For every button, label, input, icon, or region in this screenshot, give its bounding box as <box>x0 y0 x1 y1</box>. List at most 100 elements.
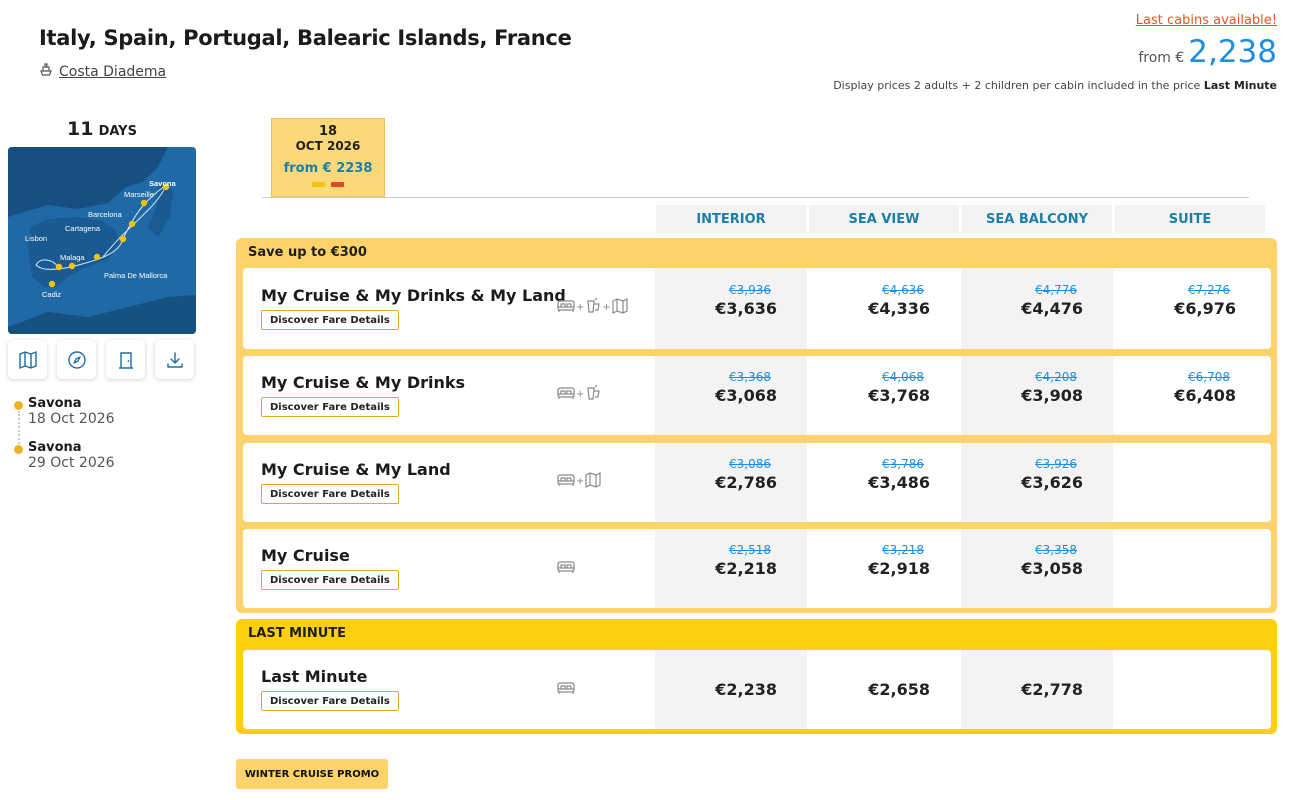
price-old: €4,776 <box>1035 283 1077 297</box>
price-cell[interactable]: €2,518 €2,218 <box>655 529 807 608</box>
fare-group-header: Save up to €300 <box>248 244 367 260</box>
download-icon[interactable] <box>155 340 194 379</box>
price-current: €6,976 <box>1174 299 1236 318</box>
fare-inclusions <box>557 560 575 577</box>
price-cell[interactable]: €7,276 €6,976 <box>1114 268 1266 349</box>
col-header-sea-view: SEA VIEW <box>809 205 959 233</box>
fare-name: Last Minute <box>261 667 368 686</box>
price-current: €3,486 <box>868 473 930 492</box>
price-cell[interactable]: €2,778 <box>961 650 1113 729</box>
price-cell[interactable]: €3,368 €3,068 <box>655 356 807 435</box>
bed-icon <box>557 473 575 490</box>
price-cell[interactable]: €3,786 €3,486 <box>808 443 960 522</box>
bed-icon <box>557 386 575 403</box>
map-label-cadiz: Cadiz <box>42 290 61 299</box>
map-label-cartagena: Cartagena <box>65 224 101 233</box>
price-cell[interactable]: €4,776 €4,476 <box>961 268 1113 349</box>
map-label-palma: Palma De Mallorca <box>104 271 168 280</box>
price-current: €3,626 <box>1021 473 1083 492</box>
price-current: €3,636 <box>715 299 777 318</box>
price-cell[interactable]: €2,238 <box>655 650 807 729</box>
discover-fare-button[interactable]: Discover Fare Details <box>261 484 399 504</box>
itinerary-stop: Savona 29 Oct 2026 <box>14 440 115 484</box>
days-label: DAYS <box>98 124 137 139</box>
fare-name: My Cruise & My Drinks <box>261 373 466 392</box>
indicator-red <box>331 182 344 187</box>
price-old: €3,936 <box>729 283 771 297</box>
price-cell[interactable]: €2,658 <box>808 650 960 729</box>
price-cell[interactable]: €6,708 €6,408 <box>1114 356 1266 435</box>
price-cell[interactable]: €4,068 €3,768 <box>808 356 960 435</box>
price-cell[interactable]: €3,926 €3,626 <box>961 443 1113 522</box>
price-cell[interactable]: €4,208 €3,908 <box>961 356 1113 435</box>
fare-group-last-minute: LAST MINUTE €2,238 €2,658 €2,778 Last Mi… <box>236 619 1277 734</box>
price-old: €4,636 <box>882 283 924 297</box>
price-cell-empty <box>1114 443 1266 522</box>
price-old: €3,218 <box>882 543 924 557</box>
map-label-barcelona: Barcelona <box>88 210 123 219</box>
price-old: €3,086 <box>729 457 771 471</box>
stop-port: Savona <box>28 396 82 411</box>
departure-date-tab[interactable]: 18 OCT 2026 from € 2238 <box>271 118 385 197</box>
price-cell[interactable]: €3,218 €2,918 <box>808 529 960 608</box>
price-old: €3,926 <box>1035 457 1077 471</box>
stop-date: 29 Oct 2026 <box>28 455 115 471</box>
discover-fare-button[interactable]: Discover Fare Details <box>261 691 399 711</box>
map-icon[interactable] <box>8 340 47 379</box>
days-number: 11 <box>67 118 94 140</box>
bed-icon <box>557 299 575 316</box>
fare-group-header: LAST MINUTE <box>248 625 347 641</box>
price-current: €2,218 <box>715 559 777 578</box>
fare-name: My Cruise & My Drinks & My Land <box>261 286 566 305</box>
price-cell[interactable]: €4,636 €4,336 <box>808 268 960 349</box>
ship-name[interactable]: Costa Diadema <box>59 64 166 80</box>
date-tab-indicators <box>272 182 384 187</box>
fare-inclusions: + <box>557 472 601 491</box>
map-icon <box>585 472 601 491</box>
price-old: €4,208 <box>1035 370 1077 384</box>
price-cell[interactable]: €3,936 €3,636 <box>655 268 807 349</box>
bed-icon <box>557 560 575 577</box>
price-old: €7,276 <box>1188 283 1230 297</box>
discover-fare-button[interactable]: Discover Fare Details <box>261 397 399 417</box>
discover-fare-button[interactable]: Discover Fare Details <box>261 570 399 590</box>
fare-row: €3,368 €3,068 €4,068 €3,768 €4,208 €3,90… <box>243 356 1271 435</box>
map-label-lisbon: Lisbon <box>25 234 47 243</box>
stop-dot-icon <box>14 401 23 410</box>
price-current: €2,918 <box>868 559 930 578</box>
fare-inclusions: + <box>557 384 601 404</box>
price-cell[interactable]: €3,358 €3,058 <box>961 529 1113 608</box>
price-current: €4,476 <box>1021 299 1083 318</box>
price-current: €2,778 <box>1021 680 1083 699</box>
price-old: €3,368 <box>729 370 771 384</box>
price-old: €6,708 <box>1188 370 1230 384</box>
page-title: Italy, Spain, Portugal, Balearic Islands… <box>39 26 572 50</box>
col-header-suite: SUITE <box>1115 205 1265 233</box>
price-current: €3,908 <box>1021 386 1083 405</box>
price-current: €2,238 <box>715 680 777 699</box>
ship-icon <box>39 62 53 81</box>
date-tab-month: OCT 2026 <box>295 139 361 153</box>
price-cell-empty <box>1114 650 1266 729</box>
col-header-sea-balcony: SEA BALCONY <box>962 205 1112 233</box>
price-old: €4,068 <box>882 370 924 384</box>
price-cell[interactable]: €3,086 €2,786 <box>655 443 807 522</box>
fare-row: €3,936 €3,636 €4,636 €4,336 €4,776 €4,47… <box>243 268 1271 349</box>
display-note-text: Display prices 2 adults + 2 children per… <box>833 79 1201 92</box>
winter-cruise-promo-button[interactable]: WINTER CRUISE PROMO <box>236 759 388 789</box>
map-icon <box>612 298 628 317</box>
fare-row: €2,518 €2,218 €3,218 €2,918 €3,358 €3,05… <box>243 529 1271 608</box>
itinerary-map[interactable]: Savona Marseille Barcelona Cartagena Lis… <box>8 147 196 334</box>
display-prices-note: Display prices 2 adults + 2 children per… <box>833 79 1277 92</box>
fare-inclusions <box>557 681 575 698</box>
map-label-savona: Savona <box>149 179 177 188</box>
last-cabins-link[interactable]: Last cabins available! <box>1136 13 1277 28</box>
tab-divider <box>262 197 1249 198</box>
itinerary-stop: Savona 18 Oct 2026 <box>14 396 115 440</box>
door-icon[interactable] <box>106 340 145 379</box>
stop-port: Savona <box>28 440 82 455</box>
discover-fare-button[interactable]: Discover Fare Details <box>261 310 399 330</box>
ship-link[interactable]: Costa Diadema <box>39 62 166 81</box>
compass-icon[interactable] <box>57 340 96 379</box>
stop-dot-icon <box>14 445 23 454</box>
